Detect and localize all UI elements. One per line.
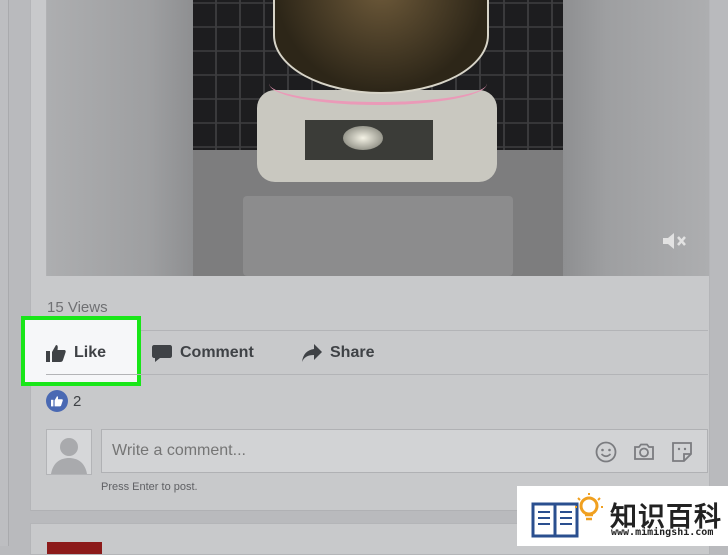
avatar[interactable] [46,429,92,475]
thumbs-up-icon [46,345,66,362]
comment-button[interactable]: Comment [152,338,254,368]
comment-hint: Press Enter to post. [101,481,198,493]
light-ring [269,62,487,105]
next-post-avatar [47,542,102,554]
book-lightbulb-icon [531,493,603,538]
video-player[interactable] [46,0,709,276]
watermark-logo: 知识百科 www.mimingshi.com [517,486,728,546]
watermark-url: www.mimingshi.com [611,527,714,538]
like-button[interactable]: Like [46,338,106,368]
video-blur-left [47,0,193,276]
sticker-icon[interactable] [670,440,694,464]
thumbs-up-icon [46,390,68,412]
reaction-count: 2 [73,392,82,410]
divider [46,330,708,331]
comment-label: Comment [180,344,254,361]
reaction-summary[interactable]: 2 [46,390,81,412]
camera-icon[interactable] [632,440,656,464]
share-arrow-icon [302,344,322,362]
default-avatar-icon [47,430,91,474]
like-label: Like [74,344,107,361]
view-count: 15 Views [47,299,108,316]
charger-glow [343,126,383,150]
comment-composer[interactable] [101,429,708,473]
trackpad-scene [243,196,513,276]
divider [46,374,708,375]
share-label: Share [330,344,375,361]
comment-input[interactable] [110,441,584,461]
share-button[interactable]: Share [302,338,374,368]
speaker-muted-icon[interactable] [661,232,689,252]
emoji-icon[interactable] [594,440,618,464]
video-frame[interactable] [193,0,565,276]
left-column-edge [0,0,9,546]
speech-bubble-icon [152,345,172,362]
